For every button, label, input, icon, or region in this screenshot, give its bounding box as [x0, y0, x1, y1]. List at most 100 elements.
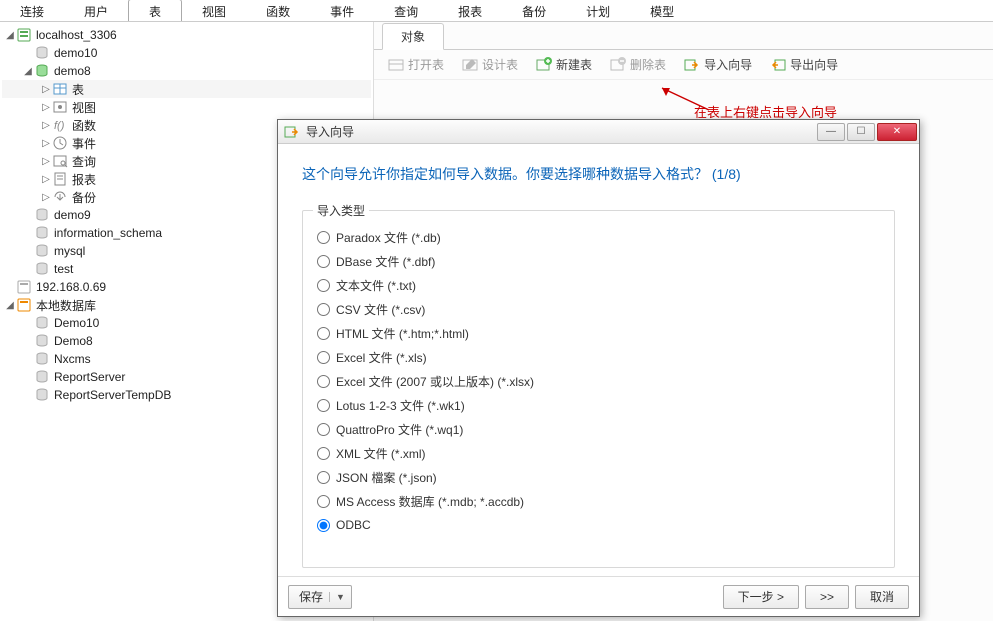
open-table-button[interactable]: 打开表	[382, 54, 450, 75]
import-type-option[interactable]: ODBC	[317, 513, 880, 537]
cancel-button[interactable]: 取消	[855, 585, 909, 609]
table-delete-icon	[610, 57, 626, 73]
object-toolbar: 打开表 设计表 新建表 删除表 导入向导 导出向导	[374, 50, 993, 80]
import-type-option[interactable]: Excel 文件 (2007 或以上版本) (*.xlsx)	[317, 369, 880, 393]
new-table-button[interactable]: 新建表	[530, 54, 598, 75]
next-button[interactable]: 下一步 >	[723, 585, 799, 609]
expand-icon[interactable]: ▷	[40, 138, 52, 149]
expand-icon[interactable]: ▷	[40, 120, 52, 131]
db-gray-icon	[34, 207, 50, 223]
radio-label: Lotus 1-2-3 文件 (*.wk1)	[336, 397, 465, 414]
menu-item[interactable]: 用户	[64, 0, 128, 21]
radio-input[interactable]	[317, 351, 330, 364]
radio-input[interactable]	[317, 495, 330, 508]
import-dialog-icon	[284, 124, 300, 140]
radio-input[interactable]	[317, 447, 330, 460]
radio-input[interactable]	[317, 519, 330, 532]
radio-input[interactable]	[317, 327, 330, 340]
tree-node[interactable]: ◢localhost_3306	[2, 26, 371, 44]
tree-node-label: demo8	[54, 64, 91, 78]
menu-item[interactable]: 函数	[246, 0, 310, 21]
import-type-option[interactable]: JSON 檔案 (*.json)	[317, 465, 880, 489]
menu-item[interactable]: 视图	[182, 0, 246, 21]
export-wizard-button[interactable]: 导出向导	[764, 54, 844, 75]
radio-input[interactable]	[317, 471, 330, 484]
tree-node[interactable]: ▷ 视图	[2, 98, 371, 116]
menu-item[interactable]: 事件	[310, 0, 374, 21]
radio-input[interactable]	[317, 423, 330, 436]
expand-icon[interactable]: ▷	[40, 174, 52, 185]
window-buttons: — ☐ ✕	[815, 123, 917, 141]
save-button[interactable]: 保存 ▼	[288, 585, 352, 609]
import-wizard-button[interactable]: 导入向导	[678, 54, 758, 75]
tree-node-label: Demo8	[54, 334, 93, 348]
menu-item[interactable]: 模型	[630, 0, 694, 21]
menu-item[interactable]: 计划	[566, 0, 630, 21]
import-type-option[interactable]: Paradox 文件 (*.db)	[317, 225, 880, 249]
tree-node-label: 视图	[72, 99, 96, 116]
tree-node-label: 查询	[72, 153, 96, 170]
maximize-button[interactable]: ☐	[847, 123, 875, 141]
fast-forward-button[interactable]: >>	[805, 585, 849, 609]
tree-node[interactable]: ◢ demo8	[2, 62, 371, 80]
menu-item[interactable]: 连接	[0, 0, 64, 21]
radio-input[interactable]	[317, 231, 330, 244]
radio-label: XML 文件 (*.xml)	[336, 445, 426, 462]
import-wizard-label: 导入向导	[704, 56, 752, 73]
tree-node-label: Nxcms	[54, 352, 91, 366]
radio-input[interactable]	[317, 303, 330, 316]
import-type-option[interactable]: QuattroPro 文件 (*.wq1)	[317, 417, 880, 441]
import-type-option[interactable]: Lotus 1-2-3 文件 (*.wk1)	[317, 393, 880, 417]
tree-node[interactable]: ▷表	[2, 80, 371, 98]
tree-node[interactable]: demo10	[2, 44, 371, 62]
table-icon	[52, 81, 68, 97]
delete-table-button[interactable]: 删除表	[604, 54, 672, 75]
minimize-button[interactable]: —	[817, 123, 845, 141]
fn-icon: f()	[52, 117, 68, 133]
db-gray-icon	[34, 243, 50, 259]
import-type-option[interactable]: 文本文件 (*.txt)	[317, 273, 880, 297]
tab-objects[interactable]: 对象	[382, 23, 444, 50]
menu-item[interactable]: 报表	[438, 0, 502, 21]
design-table-label: 设计表	[482, 56, 518, 73]
radio-label: CSV 文件 (*.csv)	[336, 301, 425, 318]
expand-icon[interactable]: ▷	[40, 84, 52, 95]
object-tabs: 对象	[374, 22, 993, 50]
expand-icon[interactable]: ▷	[40, 192, 52, 203]
menu-item[interactable]: 查询	[374, 0, 438, 21]
import-type-option[interactable]: MS Access 数据库 (*.mdb; *.accdb)	[317, 489, 880, 513]
collapse-icon[interactable]: ◢	[4, 30, 16, 41]
query-icon	[52, 153, 68, 169]
close-button[interactable]: ✕	[877, 123, 917, 141]
radio-input[interactable]	[317, 375, 330, 388]
export-icon	[770, 57, 786, 73]
expand-icon[interactable]: ▷	[40, 156, 52, 167]
design-table-button[interactable]: 设计表	[456, 54, 524, 75]
radio-input[interactable]	[317, 255, 330, 268]
import-type-option[interactable]: DBase 文件 (*.dbf)	[317, 249, 880, 273]
open-table-label: 打开表	[408, 56, 444, 73]
tree-node-label: 备份	[72, 189, 96, 206]
db-gray-icon	[34, 369, 50, 385]
main-menu: 连接用户表视图函数事件查询报表备份计划模型	[0, 0, 993, 22]
dialog-footer: 保存 ▼ 下一步 > >> 取消	[278, 576, 919, 616]
collapse-icon[interactable]: ◢	[22, 66, 34, 77]
import-type-option[interactable]: HTML 文件 (*.htm;*.html)	[317, 321, 880, 345]
server-gray-icon	[16, 279, 32, 295]
dialog-titlebar[interactable]: 导入向导 — ☐ ✕	[278, 120, 919, 144]
tree-node-label: Demo10	[54, 316, 99, 330]
radio-input[interactable]	[317, 279, 330, 292]
collapse-icon[interactable]: ◢	[4, 300, 16, 311]
server-green-icon	[16, 27, 32, 43]
menu-item[interactable]: 表	[128, 0, 182, 21]
radio-label: Excel 文件 (2007 或以上版本) (*.xlsx)	[336, 373, 534, 390]
import-type-option[interactable]: CSV 文件 (*.csv)	[317, 297, 880, 321]
radio-input[interactable]	[317, 399, 330, 412]
radio-label: MS Access 数据库 (*.mdb; *.accdb)	[336, 493, 524, 510]
import-type-option[interactable]: XML 文件 (*.xml)	[317, 441, 880, 465]
import-type-option[interactable]: Excel 文件 (*.xls)	[317, 345, 880, 369]
menu-item[interactable]: 备份	[502, 0, 566, 21]
delete-table-label: 删除表	[630, 56, 666, 73]
expand-icon[interactable]: ▷	[40, 102, 52, 113]
radio-label: Paradox 文件 (*.db)	[336, 229, 441, 246]
